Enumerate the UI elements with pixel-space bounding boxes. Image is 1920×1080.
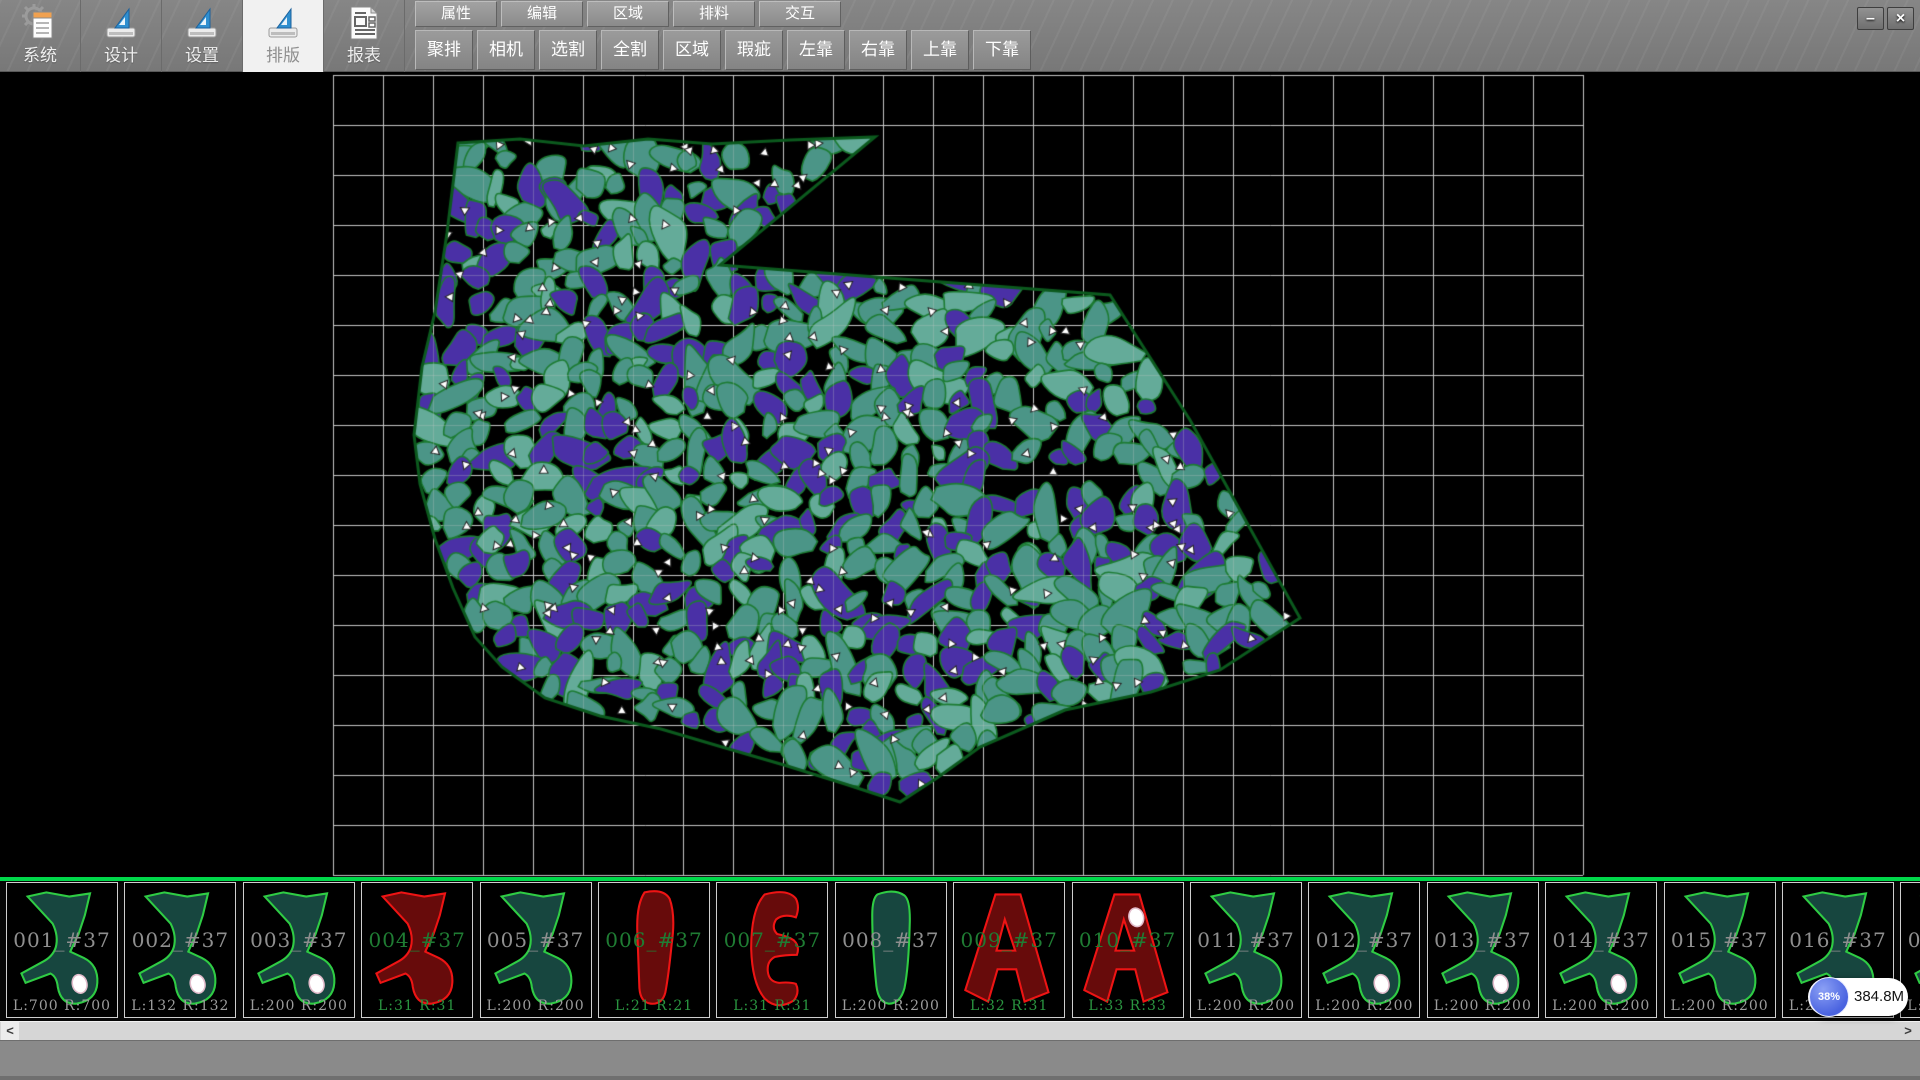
part-lr-label: L:200 R:200 bbox=[1665, 998, 1775, 1014]
minimize-button[interactable]: – bbox=[1857, 7, 1884, 30]
part-id-label: 004_#37 bbox=[362, 928, 472, 952]
tool-buttons: 聚排相机选割全割区域瑕疵左靠右靠上靠下靠 bbox=[415, 30, 1035, 71]
app-button-label: 报表 bbox=[347, 46, 381, 66]
part-lr-label: L:200 R:200 bbox=[1428, 998, 1538, 1014]
part-thumbnail-008_#37[interactable]: 008_#37 L:200 R:200 bbox=[835, 882, 947, 1018]
part-lr-label: L:200 R:200 bbox=[1191, 998, 1301, 1014]
tool-button-3[interactable]: 选割 bbox=[539, 30, 597, 70]
part-id-label: 014_#37 bbox=[1546, 928, 1656, 952]
report-icon bbox=[345, 0, 383, 46]
ruler-icon bbox=[265, 0, 301, 46]
part-thumbnail-007_#37[interactable]: 007_#37 L:31 R:31 bbox=[716, 882, 828, 1018]
part-id-label: 009_#37 bbox=[954, 928, 1064, 952]
part-id-label: 011_#37 bbox=[1191, 928, 1301, 952]
part-id-label: 003_#37 bbox=[244, 928, 354, 952]
part-thumbnail-005_#37[interactable]: 005_#37 L:200 R:200 bbox=[480, 882, 592, 1018]
part-id-label: 005_#37 bbox=[481, 928, 591, 952]
tool-button-8[interactable]: 右靠 bbox=[849, 30, 907, 70]
usage-percent-badge: 38% bbox=[1809, 977, 1849, 1017]
nesting-canvas[interactable] bbox=[0, 72, 1920, 877]
part-lr-label: L:200 R:200 bbox=[244, 998, 354, 1014]
app-button-1[interactable]: 系统 bbox=[0, 0, 81, 72]
part-thumbnail-010_#37[interactable]: 010_#37 L:33 R:33 bbox=[1072, 882, 1184, 1018]
ruler-icon bbox=[184, 0, 220, 46]
app-button-5[interactable]: 报表 bbox=[324, 0, 405, 72]
part-lr-label: L:32 R:31 bbox=[954, 998, 1064, 1014]
tool-button-4[interactable]: 全割 bbox=[601, 30, 659, 70]
tool-button-1[interactable]: 聚排 bbox=[415, 30, 473, 70]
app-button-label: 排版 bbox=[266, 46, 300, 66]
part-lr-label: L:200 R:200 bbox=[481, 998, 591, 1014]
ruler-icon bbox=[103, 0, 139, 46]
part-id-label: 012_#37 bbox=[1309, 928, 1419, 952]
app-button-label: 系统 bbox=[23, 46, 57, 66]
part-lr-label: L:700 R:700 bbox=[7, 998, 117, 1014]
part-id-label: 001_#37 bbox=[7, 928, 117, 952]
part-thumbnail-009_#37[interactable]: 009_#37 L:32 R:31 bbox=[953, 882, 1065, 1018]
part-thumbnail-011_#37[interactable]: 011_#37 L:200 R:200 bbox=[1190, 882, 1302, 1018]
part-thumbnail-003_#37[interactable]: 003_#37 L:200 R:200 bbox=[243, 882, 355, 1018]
part-id-label: 002_#37 bbox=[125, 928, 235, 952]
part-thumbnail-001_#37[interactable]: 001_#37 L:700 R:700 bbox=[6, 882, 118, 1018]
menu-tab-4[interactable]: 排料 bbox=[673, 1, 755, 27]
menu-tab-1[interactable]: 属性 bbox=[415, 1, 497, 27]
status-bar bbox=[0, 1040, 1920, 1080]
tool-button-2[interactable]: 相机 bbox=[477, 30, 535, 70]
memory-usage-label: 384.8M bbox=[1854, 978, 1904, 1016]
part-lr-label: L:31 R:31 bbox=[717, 998, 827, 1014]
menu-tab-3[interactable]: 区域 bbox=[587, 1, 669, 27]
part-lr-label: L:21 R:21 bbox=[599, 998, 709, 1014]
part-lr-label: L:132 R:132 bbox=[125, 998, 235, 1014]
tool-button-7[interactable]: 左靠 bbox=[787, 30, 845, 70]
part-thumbnail-015_#37[interactable]: 015_#37 L:200 R:200 bbox=[1664, 882, 1776, 1018]
app-button-2[interactable]: 设计 bbox=[81, 0, 162, 72]
part-id-label: 017_#37 bbox=[1901, 928, 1920, 952]
app-buttons: 系统 设计 设置 排版 报表 bbox=[0, 0, 405, 72]
tool-button-6[interactable]: 瑕疵 bbox=[725, 30, 783, 70]
part-id-label: 015_#37 bbox=[1665, 928, 1775, 952]
part-lr-label: L:33 R:33 bbox=[1073, 998, 1183, 1014]
app-button-label: 设计 bbox=[104, 46, 138, 66]
usage-badge: 38% 384.8M bbox=[1808, 978, 1908, 1016]
app-button-label: 设置 bbox=[185, 46, 219, 66]
ribbon: 系统设计设置排版报表 属性编辑区域排料交互 聚排相机选割全割区域瑕疵左靠右靠上靠… bbox=[0, 0, 1920, 72]
part-thumbnail-013_#37[interactable]: 013_#37 L:200 R:200 bbox=[1427, 882, 1539, 1018]
tool-button-9[interactable]: 上靠 bbox=[911, 30, 969, 70]
system-icon bbox=[20, 0, 60, 46]
close-button[interactable]: × bbox=[1887, 7, 1914, 30]
part-thumbnail-006_#37[interactable]: 006_#37 L:21 R:21 bbox=[598, 882, 710, 1018]
menu-tab-2[interactable]: 编辑 bbox=[501, 1, 583, 27]
part-id-label: 016_#37 bbox=[1783, 928, 1893, 952]
part-id-label: 010_#37 bbox=[1073, 928, 1183, 952]
part-lr-label: L:200 R:200 bbox=[1309, 998, 1419, 1014]
part-id-label: 013_#37 bbox=[1428, 928, 1538, 952]
part-id-label: 007_#37 bbox=[717, 928, 827, 952]
window-controls: – × bbox=[1857, 7, 1914, 30]
part-lr-label: L:200 R:200 bbox=[836, 998, 946, 1014]
tool-button-10[interactable]: 下靠 bbox=[973, 30, 1031, 70]
part-thumbnail-002_#37[interactable]: 002_#37 L:132 R:132 bbox=[124, 882, 236, 1018]
app-button-3[interactable]: 设置 bbox=[162, 0, 243, 72]
menu-tab-5[interactable]: 交互 bbox=[759, 1, 841, 27]
part-thumbnail-012_#37[interactable]: 012_#37 L:200 R:200 bbox=[1308, 882, 1420, 1018]
tool-button-5[interactable]: 区域 bbox=[663, 30, 721, 70]
horizontal-scrollbar[interactable]: < > bbox=[0, 1021, 1920, 1040]
app-button-4[interactable]: 排版 bbox=[243, 0, 324, 72]
part-id-label: 006_#37 bbox=[599, 928, 709, 952]
part-id-label: 008_#37 bbox=[836, 928, 946, 952]
part-lr-label: L:200 R:200 bbox=[1546, 998, 1656, 1014]
menu-tabs: 属性编辑区域排料交互 bbox=[415, 1, 845, 28]
parts-strip: 001_#37 L:700 R:700 002_#37 L:132 R:132 003_… bbox=[0, 881, 1920, 1021]
part-thumbnail-004_#37[interactable]: 004_#37 L:31 R:31 bbox=[361, 882, 473, 1018]
part-thumbnail-014_#37[interactable]: 014_#37 L:200 R:200 bbox=[1545, 882, 1657, 1018]
part-lr-label: L:31 R:31 bbox=[362, 998, 472, 1014]
scroll-left-button[interactable]: < bbox=[1, 1022, 19, 1040]
scroll-right-button[interactable]: > bbox=[1899, 1022, 1917, 1040]
